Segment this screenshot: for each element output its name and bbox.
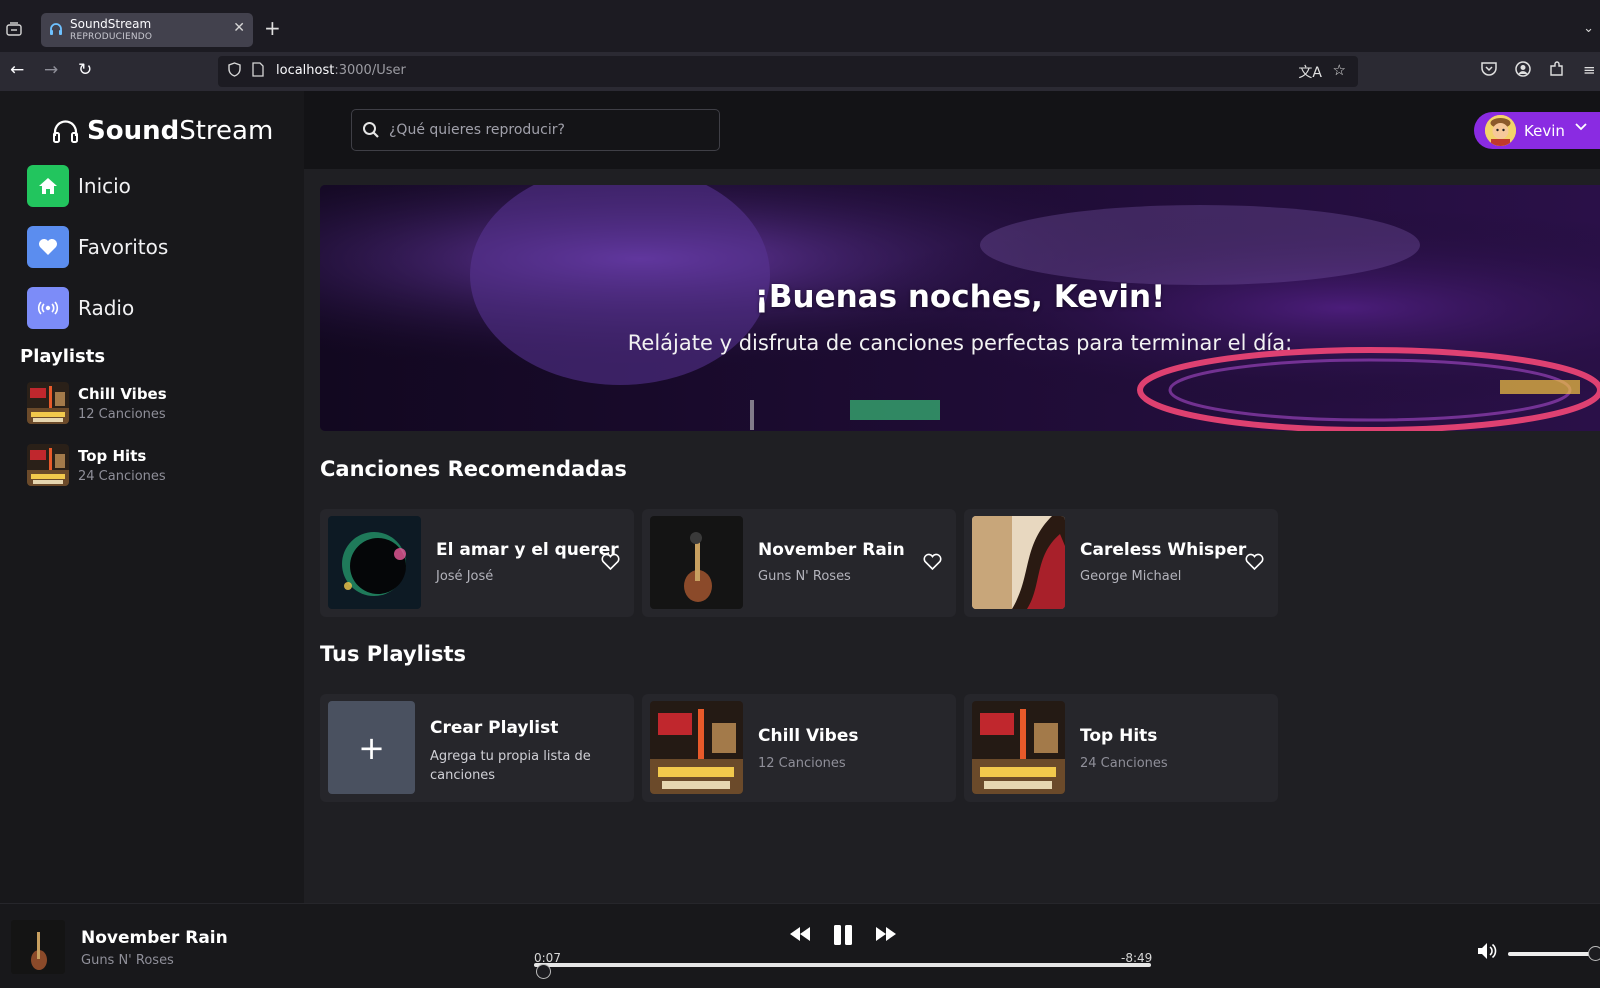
volume-handle[interactable] [1588,946,1600,961]
song-artist: José José [436,569,494,584]
your-playlists-heading: Tus Playlists [320,642,467,666]
rewind-icon[interactable] [789,926,811,942]
song-card-el-amar-y-el-querer[interactable]: El amar y el querer José José [320,509,634,617]
player-bar: November Rain Guns N' Roses 0:07 -8:49 [0,903,1600,988]
nav-label: Favoritos [78,235,169,259]
playlist-cover-image [27,444,69,486]
now-playing-artist: Guns N' Roses [81,953,174,968]
sidebar-playlist-top-hits[interactable]: Top Hits 24 Canciones [27,443,287,487]
headphones-favicon-icon [49,22,63,39]
song-cover-image [650,516,743,609]
user-name: Kevin [1524,121,1565,140]
nav-item-favoritos[interactable]: Favoritos [27,226,168,268]
progress-handle[interactable] [535,964,551,979]
song-cover-image [328,516,421,609]
search-icon [363,122,379,138]
list-tabs-chevron-icon[interactable]: ⌄ [1583,21,1594,36]
playlist-card-chill-vibes[interactable]: Chill Vibes 12 Canciones [642,694,956,802]
song-card-careless-whisper[interactable]: Careless Whisper George Michael [964,509,1278,617]
chevron-down-icon [1575,120,1587,134]
account-icon[interactable] [1515,61,1531,81]
song-cover-image [972,516,1065,609]
create-playlist-title: Crear Playlist [430,718,559,738]
sidebar-playlist-name: Chill Vibes [78,384,167,403]
playlist-count: 12 Canciones [758,756,846,771]
app-logo[interactable]: SoundStream [52,116,273,146]
favorite-heart-icon[interactable] [601,553,620,571]
nav-item-inicio[interactable]: Inicio [27,165,131,207]
create-playlist-card[interactable]: + Crear Playlist Agrega tu propia lista … [320,694,634,802]
song-card-november-rain[interactable]: November Rain Guns N' Roses [642,509,956,617]
avatar [1485,115,1516,146]
search-box [351,109,720,151]
favorite-heart-icon[interactable] [1245,553,1264,571]
browser-nav-bar: ← → ↻ localhost:3000/User 文A ☆ ≡ [0,52,1600,91]
song-artist: George Michael [1080,569,1182,584]
close-tab-icon[interactable]: ✕ [233,20,245,36]
song-title: El amar y el querer [436,540,619,560]
logo-bold-text: Sound [87,116,180,146]
shield-icon[interactable] [228,62,241,81]
bookmark-star-icon[interactable]: ☆ [1333,61,1346,79]
browser-tab[interactable]: SoundStream REPRODUCIENDO ✕ [41,13,253,47]
sidebar: SoundStream Inicio Favoritos Radio Playl… [0,91,304,903]
search-input[interactable] [389,119,709,141]
playlist-count: 24 Canciones [1080,756,1168,771]
menu-icon[interactable]: ≡ [1583,61,1596,79]
plus-icon[interactable]: + [328,701,415,794]
sidebar-playlist-chill-vibes[interactable]: Chill Vibes 12 Canciones [27,381,287,425]
favorite-heart-icon[interactable] [923,553,942,571]
hero-title: ¡Buenas noches, Kevin! [754,279,1166,315]
volume-icon[interactable] [1477,942,1497,960]
song-artist: Guns N' Roses [758,569,851,584]
volume-slider[interactable] [1508,946,1600,961]
back-icon[interactable]: ← [10,60,24,80]
create-playlist-description: Agrega tu propia lista de canciones [430,749,591,783]
app-root: SoundStream Inicio Favoritos Radio Playl… [0,91,1600,988]
sidebar-playlist-count: 12 Canciones [78,406,166,422]
playlist-cover-image [650,701,743,794]
playlist-card-top-hits[interactable]: Top Hits 24 Canciones [964,694,1278,802]
pocket-icon[interactable] [1481,61,1497,80]
page-info-icon[interactable] [252,62,264,81]
reload-icon[interactable]: ↻ [78,60,92,80]
sidebar-playlist-count: 24 Canciones [78,468,166,484]
playlist-name: Top Hits [1080,726,1158,746]
top-bar: Kevin [304,91,1600,169]
extensions-icon[interactable] [1549,61,1565,81]
radio-icon [27,287,69,329]
tab-title: SoundStream [70,17,152,31]
home-icon [27,165,69,207]
url-text: localhost:3000/User [276,63,406,78]
now-playing-title: November Rain [81,928,228,948]
song-title: November Rain [758,540,905,560]
nav-label: Inicio [78,174,131,198]
address-bar[interactable]: localhost:3000/User 文A ☆ [218,56,1358,87]
hero-subtitle: Relájate y disfruta de canciones perfect… [627,331,1293,355]
tab-subtitle: REPRODUCIENDO [70,32,153,42]
sidebar-playlist-name: Top Hits [78,446,147,465]
browser-tab-bar: SoundStream REPRODUCIENDO ✕ + ⌄ [0,0,1600,52]
pause-icon[interactable] [832,924,854,946]
logo-light-text: Stream [179,116,274,146]
headphones-icon [53,120,78,143]
recommended-heading: Canciones Recomendadas [320,457,627,481]
progress-bar[interactable] [534,963,1151,979]
new-tab-button[interactable]: + [264,18,281,38]
tab-list-icon[interactable] [6,22,24,38]
hero-banner: ¡Buenas noches, Kevin! Relájate y disfru… [320,185,1600,431]
playlist-cover-image [27,382,69,424]
playlist-name: Chill Vibes [758,726,859,746]
now-playing-cover-image [11,920,65,974]
fast-forward-icon[interactable] [875,926,897,942]
playlists-heading: Playlists [20,346,106,367]
nav-item-radio[interactable]: Radio [27,287,134,329]
playlist-cover-image [972,701,1065,794]
user-menu-button[interactable]: Kevin [1474,112,1600,149]
heart-icon [27,226,69,268]
song-title: Careless Whisper [1080,540,1247,560]
nav-label: Radio [78,296,135,320]
translate-icon[interactable]: 文A [1298,62,1322,82]
forward-icon[interactable]: → [44,60,58,80]
